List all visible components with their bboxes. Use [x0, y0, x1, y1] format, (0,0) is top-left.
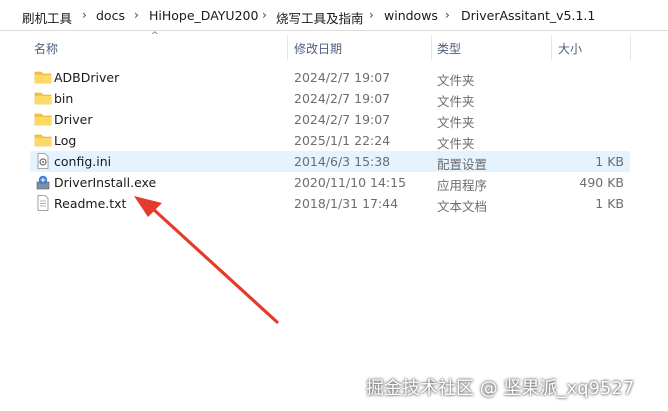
- annotation-arrow: [134, 196, 279, 324]
- watermark: 掘金技术社区 @ 坚果派_xq9527: [366, 378, 635, 399]
